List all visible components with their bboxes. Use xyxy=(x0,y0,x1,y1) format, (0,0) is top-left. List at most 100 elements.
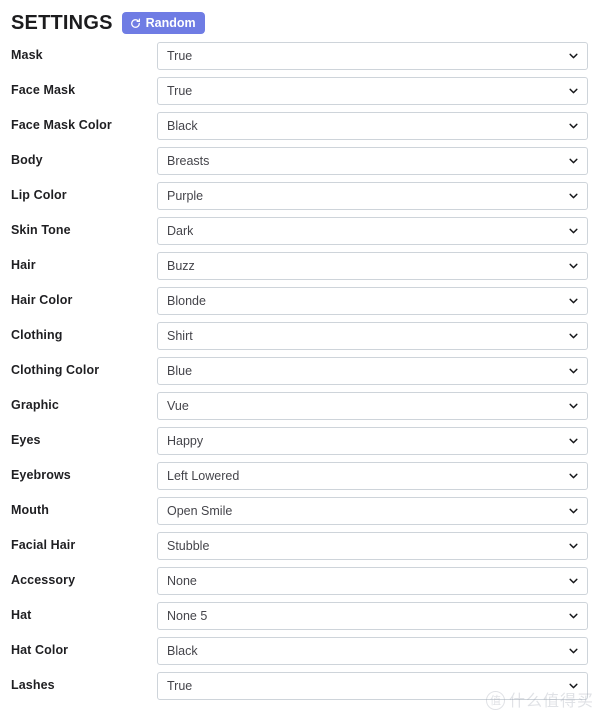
settings-select-value: None 5 xyxy=(167,608,208,623)
settings-row-control: Left Lowered xyxy=(157,461,588,490)
settings-select-value: Breasts xyxy=(167,153,210,168)
settings-select-value: Black xyxy=(167,643,198,658)
settings-row-label: Face Mask Color xyxy=(11,118,112,132)
settings-row-label: Eyes xyxy=(11,433,41,447)
settings-select[interactable]: Breasts xyxy=(157,146,588,175)
settings-select-value: Left Lowered xyxy=(167,468,240,483)
settings-select-value: Buzz xyxy=(167,258,195,273)
settings-row: Skin Tone Dark xyxy=(0,213,600,248)
settings-row-label: Hair xyxy=(11,258,36,272)
settings-row: Hair Color Blonde xyxy=(0,283,600,318)
settings-row: Accessory None xyxy=(0,563,600,598)
settings-select[interactable]: Happy xyxy=(157,426,588,455)
settings-select-value: Open Smile xyxy=(167,503,233,518)
settings-select[interactable]: Buzz xyxy=(157,251,588,280)
settings-row-control: Breasts xyxy=(157,146,588,175)
settings-row-control: True xyxy=(157,76,588,105)
settings-select-value: True xyxy=(167,678,193,693)
random-button-label: Random xyxy=(145,15,196,30)
settings-row-control: Open Smile xyxy=(157,496,588,525)
settings-page: SETTINGS Random Mask True Face Mask True Fac… xyxy=(0,0,600,716)
settings-select[interactable]: True xyxy=(157,671,588,700)
settings-select-value: True xyxy=(167,48,193,63)
settings-row: Clothing Color Blue xyxy=(0,353,600,388)
settings-row-label: Hair Color xyxy=(11,293,73,307)
settings-row-label: Hat Color xyxy=(11,643,69,657)
settings-row-control: Blonde xyxy=(157,286,588,315)
settings-row-control: Buzz xyxy=(157,251,588,280)
settings-row-label: Clothing xyxy=(11,328,63,342)
settings-row: Face Mask Color Black xyxy=(0,108,600,143)
settings-row-control: Vue xyxy=(157,391,588,420)
settings-row: Facial Hair Stubble xyxy=(0,528,600,563)
settings-row-control: Dark xyxy=(157,216,588,245)
settings-row-label: Facial Hair xyxy=(11,538,76,552)
settings-row-label: Skin Tone xyxy=(11,223,71,237)
settings-select[interactable]: Black xyxy=(157,111,588,140)
settings-select[interactable]: True xyxy=(157,76,588,105)
settings-form: Mask True Face Mask True Face Mask Color Blac… xyxy=(0,34,600,703)
settings-row: Eyes Happy xyxy=(0,423,600,458)
settings-row-control: Black xyxy=(157,111,588,140)
settings-row: Lashes True xyxy=(0,668,600,703)
random-button[interactable]: Random xyxy=(121,11,205,35)
settings-select[interactable]: None 5 xyxy=(157,601,588,630)
settings-row-control: Purple xyxy=(157,181,588,210)
settings-row-label: Lip Color xyxy=(11,188,67,202)
settings-select[interactable]: None xyxy=(157,566,588,595)
settings-select-value: Dark xyxy=(167,223,194,238)
settings-row-control: Happy xyxy=(157,426,588,455)
settings-select[interactable]: True xyxy=(157,41,588,70)
settings-row-control: Blue xyxy=(157,356,588,385)
settings-row-label: Clothing Color xyxy=(11,363,100,377)
settings-select-value: Happy xyxy=(167,433,204,448)
settings-row-control: None xyxy=(157,566,588,595)
settings-row: Graphic Vue xyxy=(0,388,600,423)
settings-row: Eyebrows Left Lowered xyxy=(0,458,600,493)
settings-row: Mask True xyxy=(0,38,600,73)
settings-row: Face Mask True xyxy=(0,73,600,108)
settings-select-value: Purple xyxy=(167,188,204,203)
settings-row: Hat None 5 xyxy=(0,598,600,633)
settings-row-control: None 5 xyxy=(157,601,588,630)
settings-select[interactable]: Stubble xyxy=(157,531,588,560)
settings-select[interactable]: Left Lowered xyxy=(157,461,588,490)
settings-row-label: Eyebrows xyxy=(11,468,71,482)
settings-select[interactable]: Blue xyxy=(157,356,588,385)
settings-select-value: None xyxy=(167,573,197,588)
settings-row-label: Accessory xyxy=(11,573,76,587)
settings-row-label: Body xyxy=(11,153,43,167)
settings-row-control: True xyxy=(157,41,588,70)
settings-row: Hair Buzz xyxy=(0,248,600,283)
settings-row-control: Black xyxy=(157,636,588,665)
settings-select-value: Blonde xyxy=(167,293,206,308)
settings-select-value: True xyxy=(167,83,193,98)
settings-row: Body Breasts xyxy=(0,143,600,178)
settings-select[interactable]: Blonde xyxy=(157,286,588,315)
settings-row: Lip Color Purple xyxy=(0,178,600,213)
settings-select-value: Shirt xyxy=(167,328,193,343)
settings-row-label: Hat xyxy=(11,608,32,622)
page-title: SETTINGS xyxy=(11,12,113,34)
settings-select[interactable]: Open Smile xyxy=(157,496,588,525)
settings-row: Clothing Shirt xyxy=(0,318,600,353)
settings-select[interactable]: Black xyxy=(157,636,588,665)
settings-header: SETTINGS Random xyxy=(0,0,600,35)
settings-row-control: True xyxy=(157,671,588,700)
refresh-icon xyxy=(130,18,141,29)
settings-select-value: Stubble xyxy=(167,538,210,553)
settings-row-control: Shirt xyxy=(157,321,588,350)
settings-row: Mouth Open Smile xyxy=(0,493,600,528)
settings-row-control: Stubble xyxy=(157,531,588,560)
settings-select[interactable]: Purple xyxy=(157,181,588,210)
settings-select-value: Vue xyxy=(167,398,189,413)
settings-select-value: Blue xyxy=(167,363,193,378)
settings-select[interactable]: Vue xyxy=(157,391,588,420)
settings-select-value: Black xyxy=(167,118,198,133)
settings-row: Hat Color Black xyxy=(0,633,600,668)
settings-row-label: Mouth xyxy=(11,503,49,517)
settings-row-label: Graphic xyxy=(11,398,59,412)
settings-select[interactable]: Shirt xyxy=(157,321,588,350)
settings-row-label: Lashes xyxy=(11,678,55,692)
settings-select[interactable]: Dark xyxy=(157,216,588,245)
